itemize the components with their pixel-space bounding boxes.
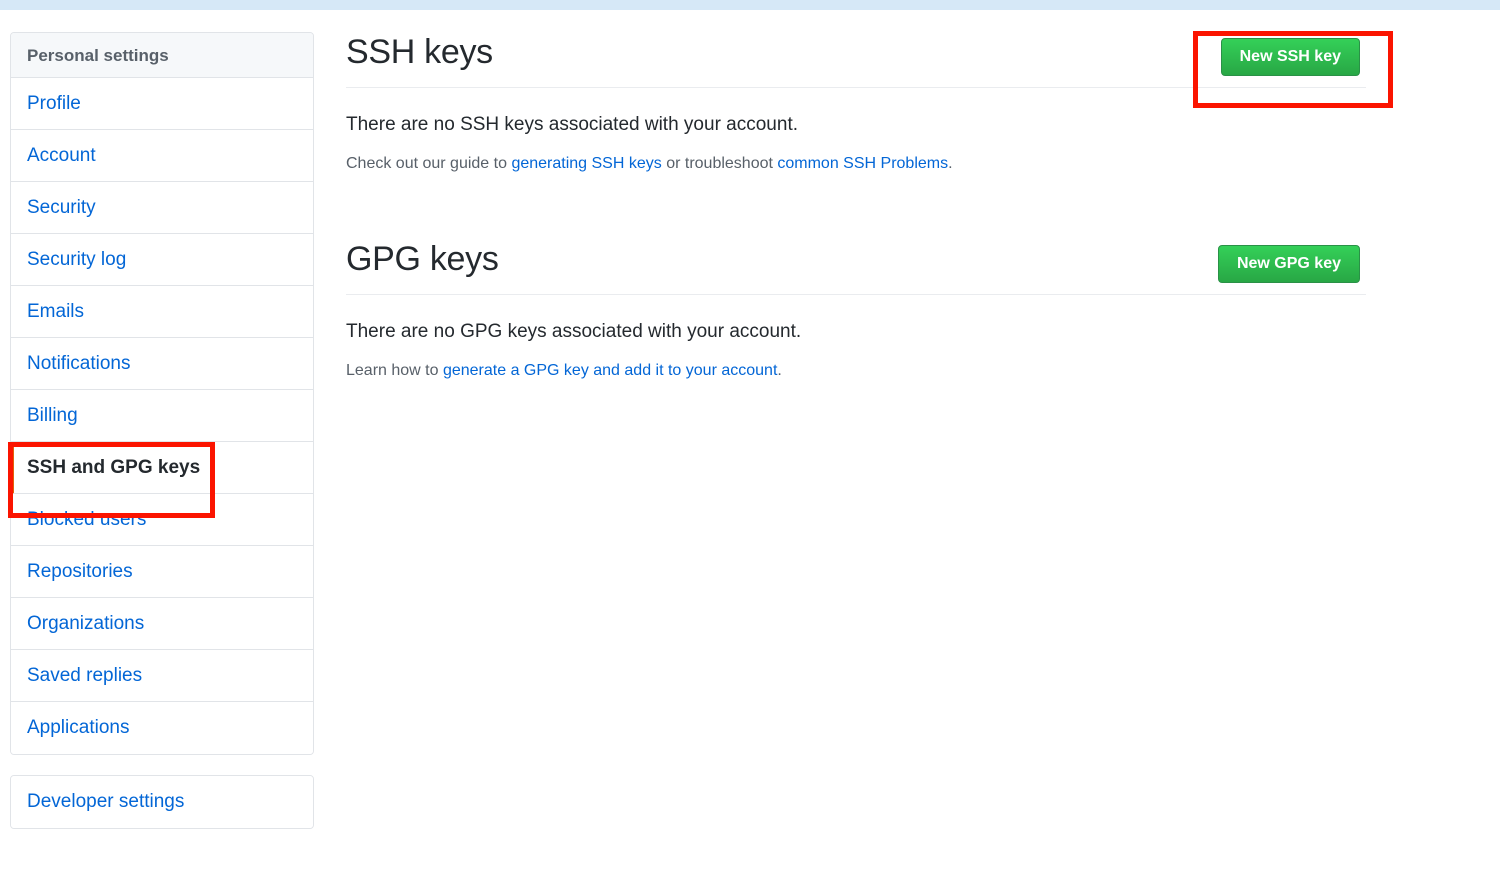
developer-settings-nav: Developer settings	[10, 775, 314, 829]
sidebar-item-repositories[interactable]: Repositories	[11, 546, 313, 598]
sidebar-item-developer-settings[interactable]: Developer settings	[11, 776, 313, 828]
sidebar-item-saved-replies[interactable]: Saved replies	[11, 650, 313, 702]
sidebar-item-security-log[interactable]: Security log	[11, 234, 313, 286]
ssh-keys-section: SSH keys New SSH key There are no SSH ke…	[346, 32, 1366, 173]
sidebar-item-notifications[interactable]: Notifications	[11, 338, 313, 390]
sidebar-item-security[interactable]: Security	[11, 182, 313, 234]
ssh-keys-header: SSH keys New SSH key	[346, 32, 1366, 88]
sidebar-item-billing[interactable]: Billing	[11, 390, 313, 442]
new-gpg-key-button[interactable]: New GPG key	[1217, 245, 1360, 283]
sidebar-item-applications[interactable]: Applications	[11, 702, 313, 754]
gpg-keys-empty-message: There are no GPG keys associated with yo…	[346, 321, 802, 342]
ssh-keys-help-text: Check out our guide to generating SSH ke…	[346, 155, 1366, 173]
browser-top-strip	[0, 0, 1500, 10]
main-content: SSH keys New SSH key There are no SSH ke…	[346, 32, 1366, 396]
new-ssh-key-button[interactable]: New SSH key	[1220, 38, 1360, 76]
ssh-help-prefix: Check out our guide to	[346, 155, 512, 172]
ssh-keys-title: SSH keys	[346, 33, 493, 71]
gpg-keys-help-text: Learn how to generate a GPG key and add …	[346, 362, 1366, 380]
sidebar-item-profile[interactable]: Profile	[11, 78, 313, 130]
sidebar-item-ssh-and-gpg-keys[interactable]: SSH and GPG keys	[11, 442, 313, 494]
generate-gpg-key-link[interactable]: generate a GPG key and add it to your ac…	[443, 362, 777, 379]
gpg-help-prefix: Learn how to	[346, 362, 443, 379]
gpg-keys-title: GPG keys	[346, 240, 499, 278]
gpg-keys-section: GPG keys New GPG key There are no GPG ke…	[346, 239, 1366, 380]
ssh-help-middle: or troubleshoot	[661, 155, 778, 172]
sidebar-item-organizations[interactable]: Organizations	[11, 598, 313, 650]
sidebar-header: Personal settings	[11, 33, 313, 78]
sidebar-item-blocked-users[interactable]: Blocked users	[11, 494, 313, 546]
gpg-help-suffix: .	[777, 362, 782, 379]
personal-settings-nav: Personal settings Profile Account Securi…	[10, 32, 314, 755]
settings-page: Personal settings Profile Account Securi…	[0, 10, 1500, 871]
gpg-keys-header: GPG keys New GPG key	[346, 239, 1366, 295]
common-ssh-problems-link[interactable]: common SSH Problems	[777, 155, 948, 172]
sidebar-item-account[interactable]: Account	[11, 130, 313, 182]
ssh-help-suffix: .	[948, 155, 953, 172]
sidebar-item-emails[interactable]: Emails	[11, 286, 313, 338]
settings-sidebar: Personal settings Profile Account Securi…	[10, 32, 314, 829]
ssh-keys-empty-message: There are no SSH keys associated with yo…	[346, 114, 799, 135]
generating-ssh-keys-link[interactable]: generating SSH keys	[511, 155, 661, 172]
